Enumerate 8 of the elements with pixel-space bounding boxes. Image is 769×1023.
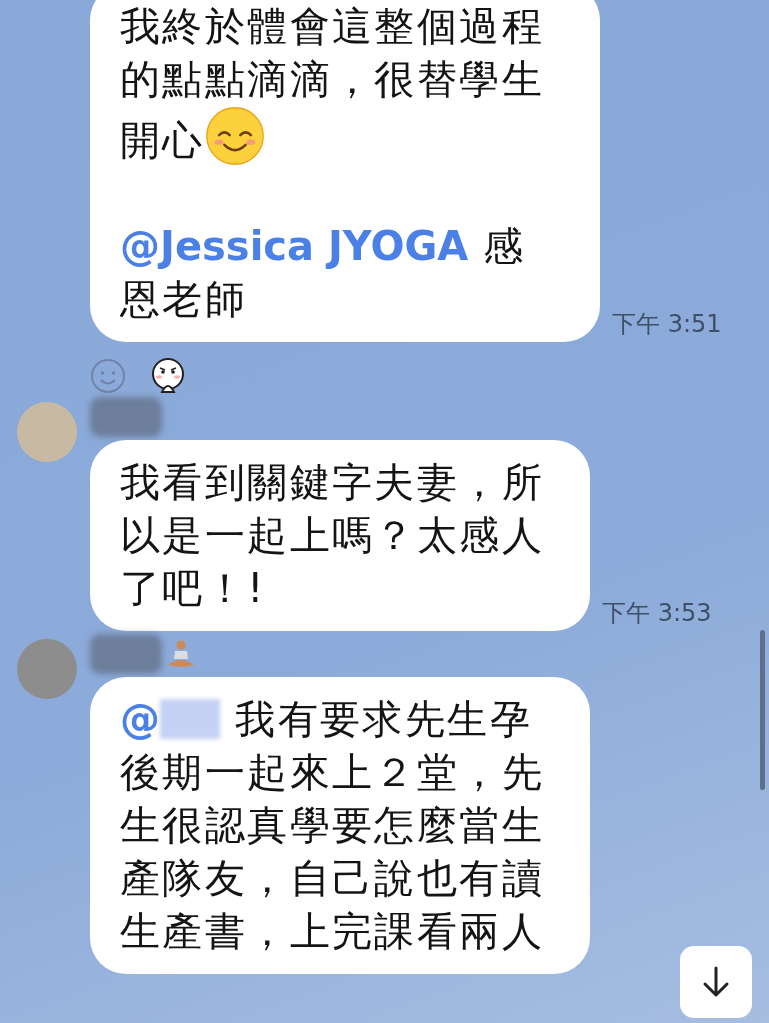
message-time: 下午 3:53 [602,598,712,629]
mention-link[interactable]: @ [120,696,160,742]
message-text: 我終於體會這整個過程的點點滴滴，很替學生開心 [120,0,550,167]
message-text: 我看到關鍵字夫妻，所以是一起上嗎？太感人了吧！! [120,458,545,613]
message-text: @Jessica JYOGA 感恩老師 [120,222,527,324]
message-text: @ 我有要求先生孕後期一起來上２堂，先生很認真學要怎麼當生產隊友，自己說也有讀生產書，上完課看兩人 [120,695,545,956]
mention-link[interactable]: @Jessica JYOGA [120,223,469,269]
message-time: 下午 3:51 [612,309,722,340]
